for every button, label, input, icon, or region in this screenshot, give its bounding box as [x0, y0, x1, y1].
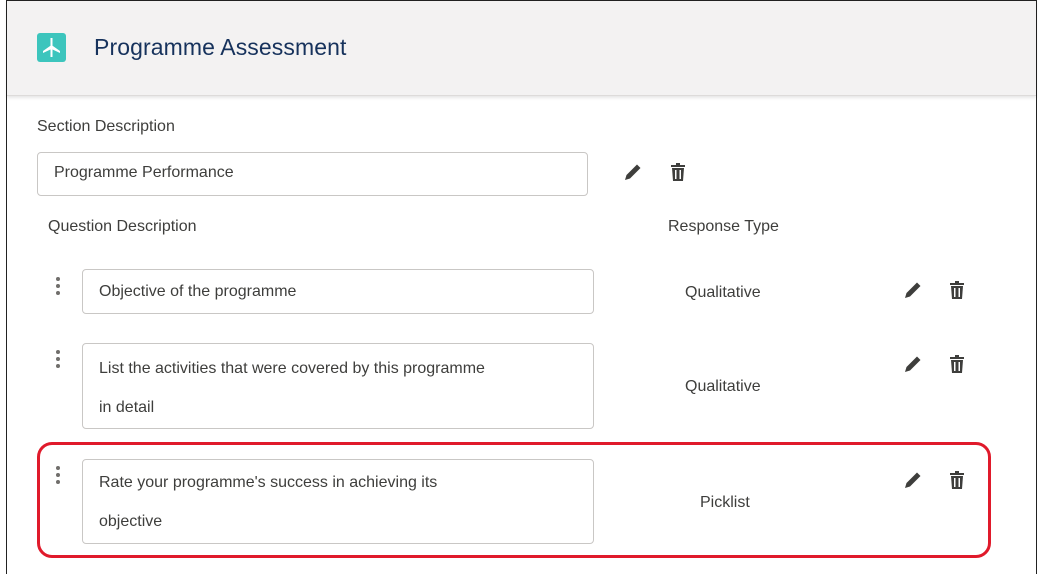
question-text-line: objective: [99, 513, 163, 530]
app-icon: [37, 33, 66, 62]
question-text-line: Rate your programme's success in achievi…: [99, 474, 438, 491]
response-type-header: Response Type: [668, 218, 779, 235]
edit-icon[interactable]: [902, 469, 924, 491]
drag-handle-icon[interactable]: [54, 350, 62, 374]
response-type-value: Picklist: [700, 494, 750, 511]
question-text-line: List the activities that were covered by…: [99, 360, 485, 377]
question-field[interactable]: Objective of the programme: [82, 269, 594, 314]
edit-icon[interactable]: [902, 279, 924, 301]
question-text-line: Objective of the programme: [99, 283, 297, 300]
edit-icon[interactable]: [622, 161, 644, 183]
section-description-label: Section Description: [37, 118, 175, 135]
question-text-line: in detail: [99, 399, 155, 416]
question-field[interactable]: Rate your programme's success in achievi…: [82, 459, 594, 544]
section-description-field[interactable]: Programme Performance: [37, 152, 588, 196]
delete-icon[interactable]: [667, 161, 689, 183]
section-description-value: Programme Performance: [54, 164, 234, 181]
drag-handle-icon[interactable]: [54, 466, 62, 490]
drag-handle-icon[interactable]: [54, 277, 62, 301]
question-field[interactable]: List the activities that were covered by…: [82, 343, 594, 429]
delete-icon[interactable]: [946, 279, 968, 301]
page-header: Programme Assessment: [7, 1, 1036, 96]
delete-icon[interactable]: [946, 469, 968, 491]
response-type-value: Qualitative: [685, 284, 761, 301]
delete-icon[interactable]: [946, 353, 968, 375]
question-description-header: Question Description: [48, 218, 197, 235]
response-type-value: Qualitative: [685, 378, 761, 395]
page-title: Programme Assessment: [94, 34, 347, 60]
edit-icon[interactable]: [902, 353, 924, 375]
